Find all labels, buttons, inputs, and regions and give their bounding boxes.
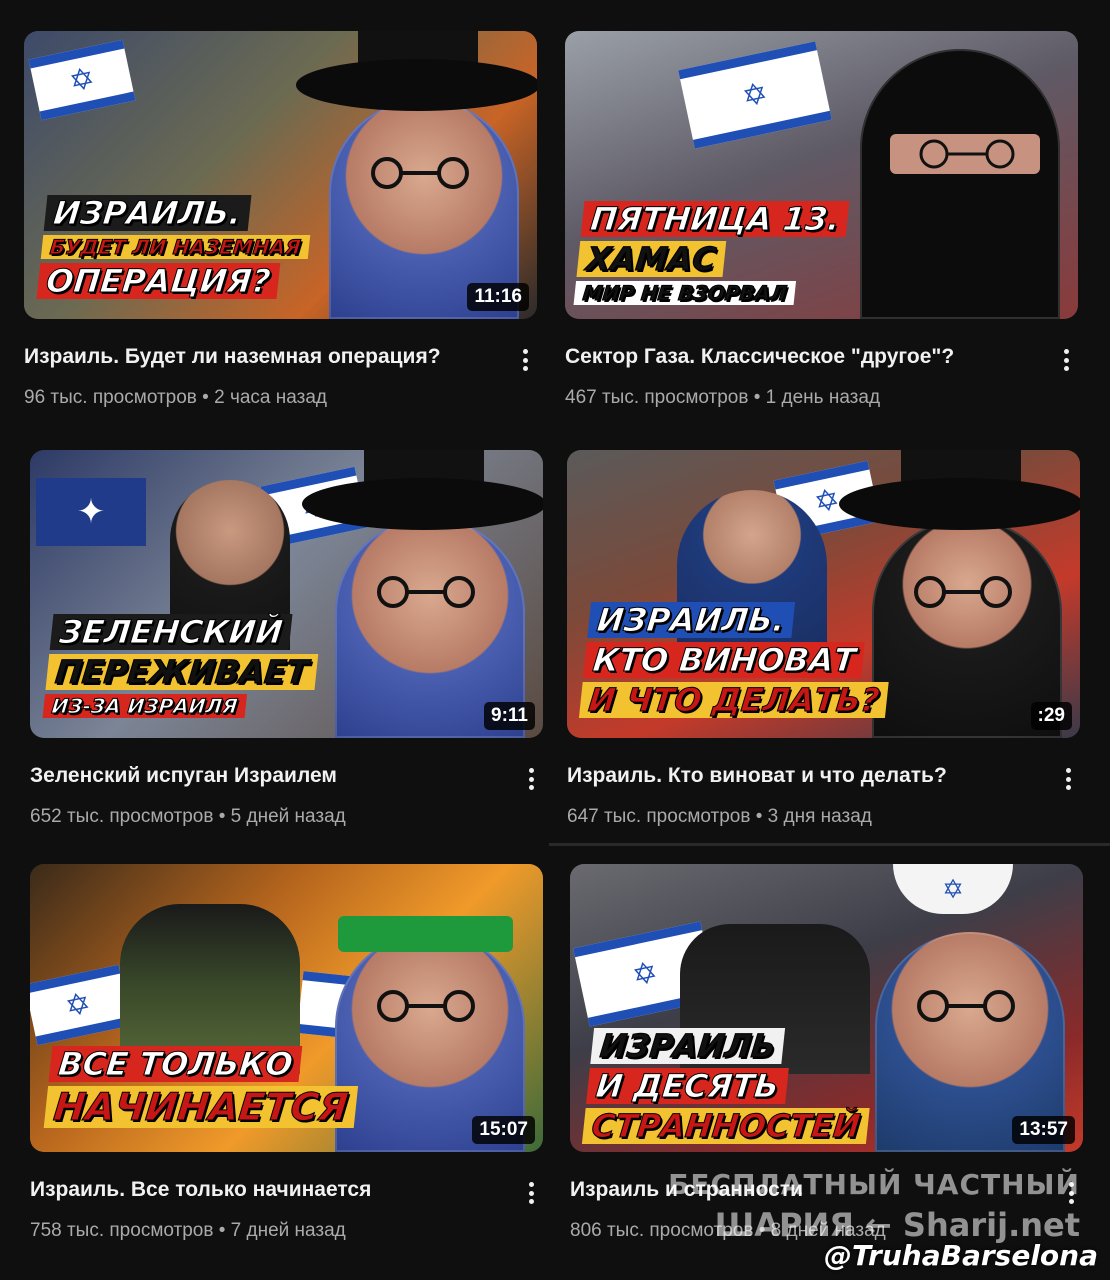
video-card[interactable]: ✡ ПЯТНИЦА 13. ХАМАС МИР НЕ ВЗОРВАЛ Секто… <box>565 31 1080 408</box>
thumbnail-caption: ИЗРАИЛЬ И ДЕСЯТЬ СТРАННОСТЕЙ <box>581 1026 915 1146</box>
video-title[interactable]: Израиль. Все только начинается <box>30 1176 500 1204</box>
more-vert-icon[interactable] <box>1056 345 1076 375</box>
caption-line: ИЗ-ЗА ИЗРАИЛЯ <box>42 694 247 719</box>
video-card[interactable]: ✦ ✡ ЗЕЛЕНСКИЙ ПЕРЕЖИВАЕТ ИЗ-ЗА ИЗРАИЛЯ 9… <box>30 450 545 827</box>
black-hat-icon <box>839 450 1080 530</box>
more-vert-icon[interactable] <box>515 345 535 375</box>
video-meta: 652 тыс. просмотров • 5 дней назад <box>30 806 346 827</box>
video-duration: 11:16 <box>467 283 529 311</box>
black-hat-icon <box>302 450 543 530</box>
video-duration: :29 <box>1030 702 1072 730</box>
thumbnail-caption: ИЗРАИЛЬ. БУДЕТ ЛИ НАЗЕМНАЯ ОПЕРАЦИЯ? <box>36 193 367 301</box>
caption-line: ПЕРЕЖИВАЕТ <box>45 653 319 692</box>
video-title[interactable]: Израиль. Будет ли наземная операция? <box>24 343 494 371</box>
video-thumbnail[interactable]: ✡ ИЗРАИЛЬ. БУДЕТ ЛИ НАЗЕМНАЯ ОПЕРАЦИЯ? 1… <box>24 31 537 319</box>
glasses-icon <box>371 157 469 189</box>
video-duration: 13:57 <box>1012 1116 1075 1144</box>
black-hat-icon <box>296 31 537 111</box>
caption-line: ИЗРАИЛЬ <box>590 1027 786 1066</box>
video-card[interactable]: ✡ ✡ ИЗРАИЛЬ И ДЕСЯТЬ СТРАННОСТЕЙ 13:57 И… <box>570 864 1085 1241</box>
thumbnail-caption: ИЗРАИЛЬ. КТО ВИНОВАТ И ЧТО ДЕЛАТЬ? <box>578 600 912 720</box>
caption-line: ХАМАС <box>576 240 726 279</box>
caption-line: КТО ВИНОВАТ <box>583 641 866 680</box>
thumbnail-caption: ЗЕЛЕНСКИЙ ПЕРЕЖИВАЕТ ИЗ-ЗА ИЗРАИЛЯ <box>42 612 373 720</box>
caption-line: БУДЕТ ЛИ НАЗЕМНАЯ <box>40 235 310 260</box>
video-meta: 467 тыс. просмотров • 1 день назад <box>565 387 881 408</box>
caption-line: ИЗРАИЛЬ. <box>43 194 252 233</box>
watermark-line-1: БЕСПЛАТНЫЙ ЧАСТНЫЙ <box>668 1168 1080 1201</box>
headband-icon <box>338 916 513 952</box>
more-vert-icon[interactable] <box>521 764 541 794</box>
caption-line: ЗЕЛЕНСКИЙ <box>49 613 293 652</box>
glasses-icon <box>917 990 1015 1022</box>
video-thumbnail[interactable]: ✡ ПЯТНИЦА 13. ХАМАС МИР НЕ ВЗОРВАЛ <box>565 31 1078 319</box>
nato-flag-icon: ✦ <box>36 478 146 546</box>
video-card[interactable]: ✡ ✡ ВСЕ ТОЛЬКО НАЧИНАЕТСЯ 15:07 Израиль.… <box>30 864 545 1241</box>
video-card[interactable]: ✡ ИЗРАИЛЬ. БУДЕТ ЛИ НАЗЕМНАЯ ОПЕРАЦИЯ? 1… <box>24 31 539 408</box>
glasses-icon <box>377 990 475 1022</box>
more-vert-icon[interactable] <box>1058 764 1078 794</box>
more-vert-icon[interactable] <box>521 1178 541 1208</box>
video-title[interactable]: Израиль. Кто виноват и что делать? <box>567 762 1037 790</box>
glasses-icon <box>914 576 1012 608</box>
video-meta: 758 тыс. просмотров • 7 дней назад <box>30 1220 346 1241</box>
thumbnail-caption: ПЯТНИЦА 13. ХАМАС МИР НЕ ВЗОРВАЛ <box>573 199 904 307</box>
video-title[interactable]: Сектор Газа. Классическое "другое"? <box>565 343 1035 371</box>
caption-line: НАЧИНАЕТСЯ <box>43 1085 359 1130</box>
video-meta: 96 тыс. просмотров • 2 часа назад <box>24 387 327 408</box>
video-thumbnail[interactable]: ✦ ✡ ЗЕЛЕНСКИЙ ПЕРЕЖИВАЕТ ИЗ-ЗА ИЗРАИЛЯ 9… <box>30 450 543 738</box>
video-title[interactable]: Зеленский испуган Израилем <box>30 762 500 790</box>
video-card[interactable]: ✡ ИЗРАИЛЬ. КТО ВИНОВАТ И ЧТО ДЕЛАТЬ? :29… <box>567 450 1082 827</box>
video-thumbnail[interactable]: ✡ ✡ ИЗРАИЛЬ И ДЕСЯТЬ СТРАННОСТЕЙ 13:57 <box>570 864 1083 1152</box>
caption-line: И ЧТО ДЕЛАТЬ? <box>578 681 890 720</box>
glasses-icon <box>377 576 475 608</box>
caption-line: МИР НЕ ВЗОРВАЛ <box>573 281 797 306</box>
thumbnail-caption: ВСЕ ТОЛЬКО НАЧИНАЕТСЯ <box>43 1044 372 1130</box>
video-thumbnail[interactable]: ✡ ИЗРАИЛЬ. КТО ВИНОВАТ И ЧТО ДЕЛАТЬ? :29 <box>567 450 1080 738</box>
caption-line: ВСЕ ТОЛЬКО <box>48 1045 303 1084</box>
video-duration: 15:07 <box>472 1116 535 1144</box>
video-meta: 647 тыс. просмотров • 3 дня назад <box>567 806 872 827</box>
caption-line: И ДЕСЯТЬ <box>586 1067 789 1106</box>
video-thumbnail[interactable]: ✡ ✡ ВСЕ ТОЛЬКО НАЧИНАЕТСЯ 15:07 <box>30 864 543 1152</box>
caption-line: ОПЕРАЦИЯ? <box>36 262 281 301</box>
author-handle: @TruhaBarselona <box>824 1239 1098 1272</box>
section-divider <box>549 843 1110 846</box>
caption-line: ИЗРАИЛЬ. <box>587 601 795 640</box>
caption-line: СТРАННОСТЕЙ <box>581 1107 870 1146</box>
glasses-icon <box>919 139 1015 169</box>
caption-line: ПЯТНИЦА 13. <box>580 200 850 239</box>
video-duration: 9:11 <box>484 702 535 730</box>
